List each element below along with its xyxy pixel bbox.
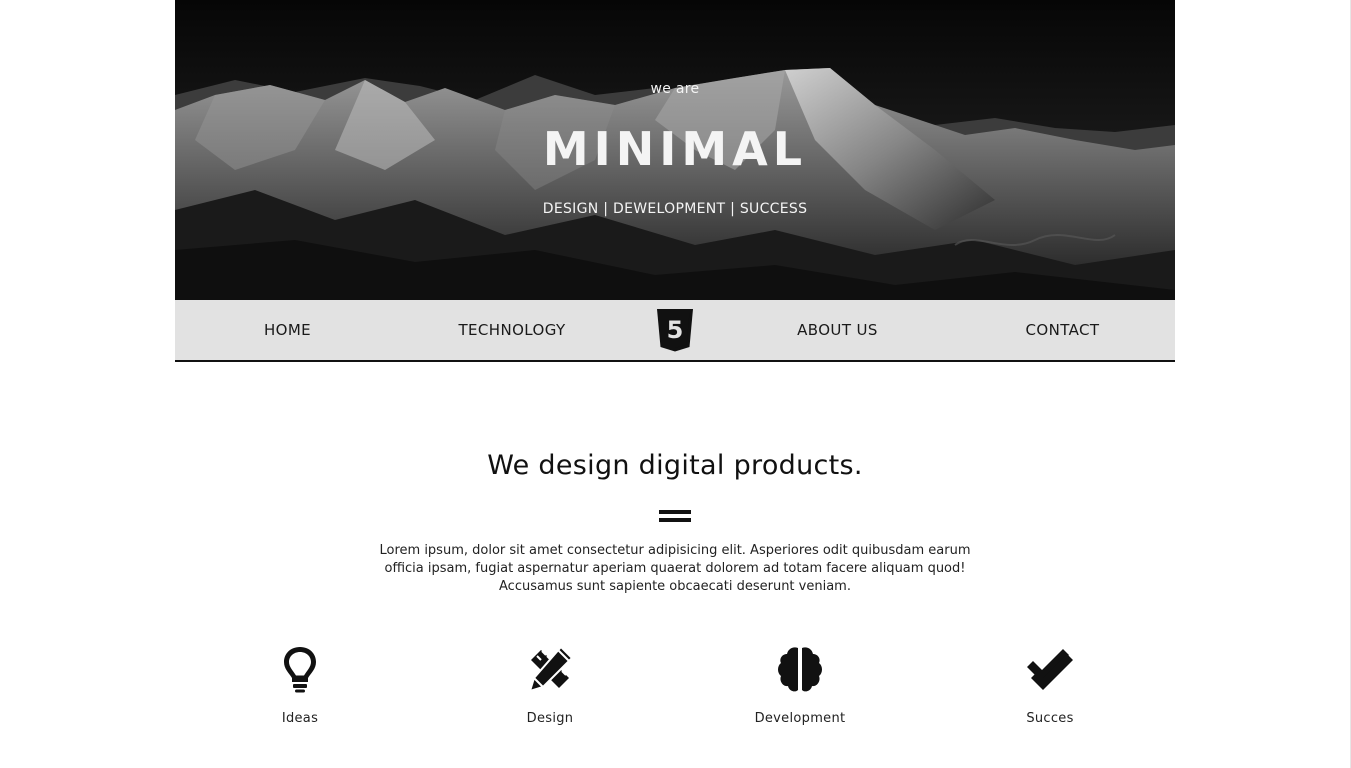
feature-label: Development: [754, 711, 846, 726]
feature-label: Succes: [1026, 711, 1074, 726]
hero-kicker: we are: [650, 81, 700, 97]
intro-paragraph: Lorem ipsum, dolor sit amet consectetur …: [379, 543, 971, 594]
page: we are MINIMAL DESIGN | DEWELOPMENT | SU…: [0, 0, 1351, 768]
nav-about-link[interactable]: ABOUT US: [775, 300, 900, 360]
feature-label: Ideas: [281, 711, 319, 726]
feature-success: Succes: [975, 642, 1125, 726]
nav-home-link[interactable]: HOME: [225, 300, 350, 360]
feature-development: Development: [725, 642, 875, 726]
html5-shield-icon[interactable]: 5: [655, 307, 695, 353]
nav-technology-link[interactable]: TECHNOLOGY: [437, 300, 587, 360]
double-check-icon: [1027, 649, 1073, 690]
section-title: We design digital products.: [487, 450, 863, 481]
site-container: we are MINIMAL DESIGN | DEWELOPMENT | SU…: [175, 0, 1175, 726]
pencil-ruler-icon: [528, 645, 574, 693]
main-navigation: HOME TECHNOLOGY 5 ABOUT US CONTACT: [175, 300, 1175, 362]
feature-design: Design: [475, 642, 625, 726]
nav-contact-link[interactable]: CONTACT: [1000, 300, 1125, 360]
html5-logo-text: 5: [667, 316, 684, 344]
brain-icon: [778, 647, 822, 692]
hero-tagline: DESIGN | DEWELOPMENT | SUCCESS: [542, 201, 808, 217]
feature-ideas: Ideas: [225, 642, 375, 726]
feature-label: Design: [526, 711, 574, 726]
lightbulb-icon: [284, 647, 316, 693]
hero-text-block: we are MINIMAL DESIGN | DEWELOPMENT | SU…: [175, 0, 1175, 300]
hero-banner: we are MINIMAL DESIGN | DEWELOPMENT | SU…: [175, 0, 1175, 300]
hero-title: MINIMAL: [542, 122, 808, 176]
equals-icon: [659, 510, 691, 522]
